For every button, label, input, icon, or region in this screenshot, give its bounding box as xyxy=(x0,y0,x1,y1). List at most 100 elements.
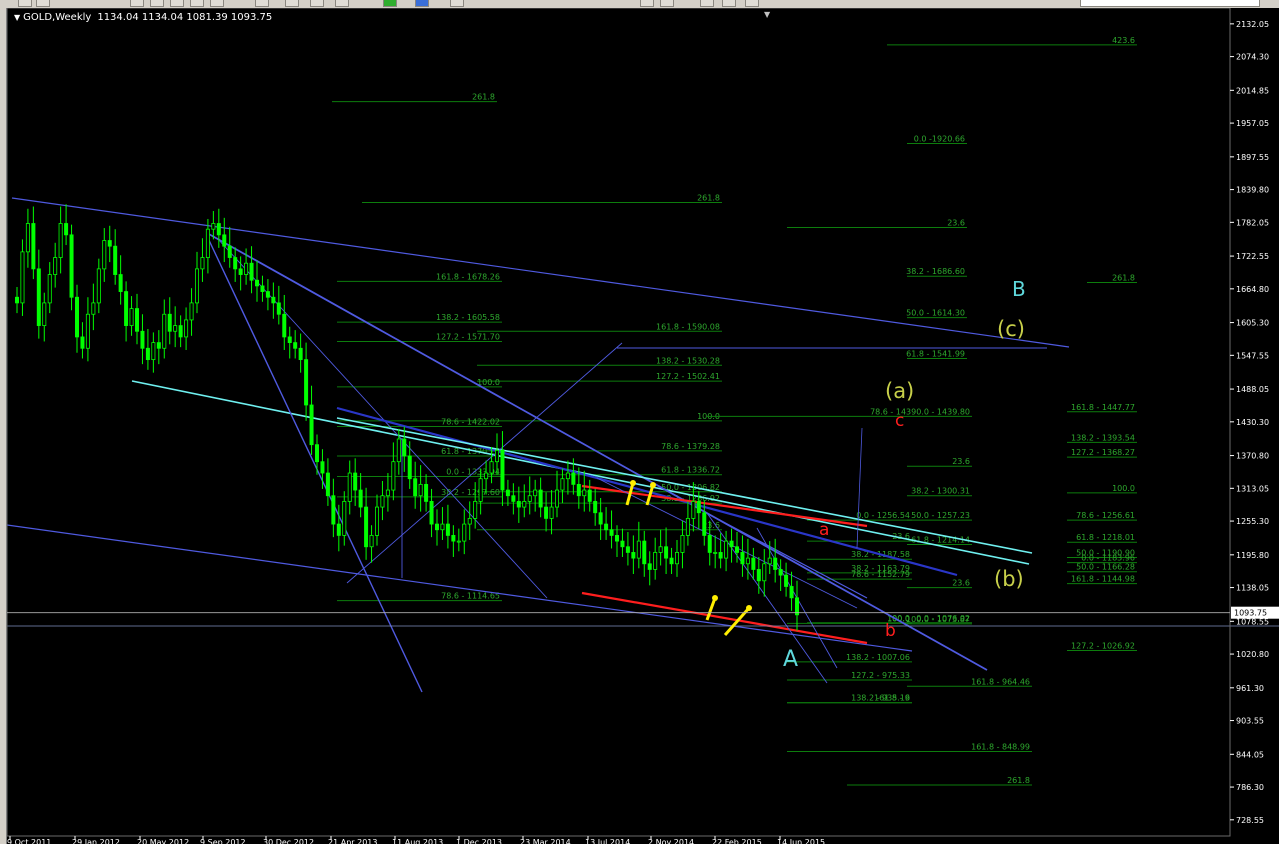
candle-body xyxy=(467,518,472,525)
candle-body xyxy=(511,495,516,502)
candle-body xyxy=(784,574,789,587)
fib-level-label: 127.2 - 1571.70 xyxy=(436,332,500,341)
candle-body xyxy=(385,489,390,497)
candle-body xyxy=(260,285,265,292)
candle-body xyxy=(756,569,761,582)
candle-body xyxy=(696,500,701,514)
candle-body xyxy=(598,512,603,525)
fib-level-label: 127.2 - 1026.92 xyxy=(1071,642,1135,651)
candle-body xyxy=(156,342,161,349)
candle-body xyxy=(25,223,30,253)
fib-level-label: 161.8 - 1447.77 xyxy=(1071,403,1135,412)
add-icon[interactable] xyxy=(383,0,397,7)
candle-body xyxy=(494,449,499,463)
toolbar-button[interactable] xyxy=(700,0,714,7)
trendline xyxy=(206,232,988,671)
candle-body xyxy=(271,296,276,304)
fib-level-label: 78.6 - 1152.79 xyxy=(851,570,910,579)
candle-body xyxy=(293,342,298,349)
candle-body xyxy=(320,461,325,474)
toolbar-button[interactable] xyxy=(36,0,50,7)
candle-body xyxy=(500,449,505,491)
candle-body xyxy=(549,506,554,519)
toolbar-button[interactable] xyxy=(255,0,269,7)
fib-level-label: 138.2 - 1605.58 xyxy=(436,313,500,322)
candle-body xyxy=(620,540,625,548)
fib-level-label: 161.8 - 1590.08 xyxy=(656,322,720,331)
trendline xyxy=(7,524,913,652)
toolbar-button[interactable] xyxy=(130,0,144,7)
collapse-arrow-icon[interactable]: ▼ xyxy=(14,13,20,22)
candle-body xyxy=(560,478,565,491)
y-tick-label: 728.55 xyxy=(1236,816,1264,825)
candle-body xyxy=(675,552,680,565)
toolbar-button[interactable] xyxy=(1080,0,1260,7)
y-tick-label: 961.30 xyxy=(1236,684,1264,693)
toolbar-button[interactable] xyxy=(285,0,299,7)
fib-level-label: 161.8 - 848.99 xyxy=(971,742,1030,751)
toolbar-button[interactable] xyxy=(170,0,184,7)
toolbar-button[interactable] xyxy=(450,0,464,7)
candle-body xyxy=(713,552,718,554)
toolbar-button[interactable] xyxy=(335,0,349,7)
candle-body xyxy=(658,546,663,553)
fib-level-label: 50.0 - 1166.28 xyxy=(1076,563,1135,572)
fib-level-label: 138.2 - 1530.28 xyxy=(656,356,720,365)
candle-body xyxy=(336,523,341,536)
toolbar-button[interactable] xyxy=(150,0,164,7)
candle-body xyxy=(265,291,270,298)
y-tick-label: 1255.30 xyxy=(1236,517,1269,526)
wave-label: A xyxy=(783,647,798,672)
candle-body xyxy=(631,552,636,559)
x-tick-label: 21 Apr 2013 xyxy=(328,838,377,844)
toolbar-button[interactable] xyxy=(310,0,324,7)
toolbar-button[interactable] xyxy=(722,0,736,7)
x-tick-label: 30 Dec 2012 xyxy=(263,838,314,844)
candle-body xyxy=(140,330,145,349)
toolbar-button[interactable] xyxy=(190,0,204,7)
candle-body xyxy=(418,483,423,497)
toolbar-button[interactable] xyxy=(660,0,674,7)
x-tick-label: 22 Feb 2015 xyxy=(712,838,762,844)
toolbar-button[interactable] xyxy=(210,0,224,7)
wave-label: b xyxy=(885,621,896,641)
candle-body xyxy=(374,506,379,536)
candle-body xyxy=(473,500,478,519)
fib-level-label: 50.0 - 1614.30 xyxy=(906,309,965,318)
toolbar-button[interactable] xyxy=(415,0,429,7)
candle-body xyxy=(484,472,489,480)
fib-level-label: 0.0 - 1076.02 xyxy=(916,614,970,623)
fib-level-label: 138.2 - 1393.54 xyxy=(1071,433,1135,442)
candle-body xyxy=(96,268,101,304)
y-tick-label: 786.30 xyxy=(1236,783,1264,792)
candle-body xyxy=(555,489,560,508)
fib-level-label: 78.6 - 1422.02 xyxy=(441,418,500,427)
candle-body xyxy=(102,240,107,270)
wave-label: B xyxy=(1012,277,1026,301)
candle-body xyxy=(544,506,549,519)
ohlc-values: 1134.04 1134.04 1081.39 1093.75 xyxy=(97,12,273,23)
chevron-down-icon[interactable]: ▼ xyxy=(764,10,770,19)
candle-body xyxy=(691,500,696,519)
candle-body xyxy=(53,257,58,275)
toolbar-button[interactable] xyxy=(745,0,759,7)
x-tick-label: 9 Oct 2011 xyxy=(7,838,51,844)
fib-level-label: 127.2 - 975.33 xyxy=(851,671,910,680)
y-tick-label: 1195.80 xyxy=(1236,551,1269,560)
candle-body xyxy=(353,472,358,491)
fib-level-label: 261.8 xyxy=(472,93,495,102)
wave-label: a xyxy=(819,520,829,540)
candle-body xyxy=(773,557,778,570)
candle-body xyxy=(669,557,674,565)
arrow-icon xyxy=(712,595,718,601)
candle-body xyxy=(516,500,521,508)
arrow-icon xyxy=(746,605,752,611)
candle-body xyxy=(113,245,118,275)
toolbar-button[interactable] xyxy=(640,0,654,7)
price-chart[interactable]: 423.6 261.8 0.0 -1920.66 261.8 23.6 161.8 - 1… xyxy=(7,8,1279,844)
toolbar-button[interactable] xyxy=(18,0,32,7)
y-tick-label: 1370.80 xyxy=(1236,452,1269,461)
trendline xyxy=(336,417,1033,554)
y-tick-label: 1138.05 xyxy=(1236,584,1269,593)
candle-body xyxy=(609,529,614,536)
